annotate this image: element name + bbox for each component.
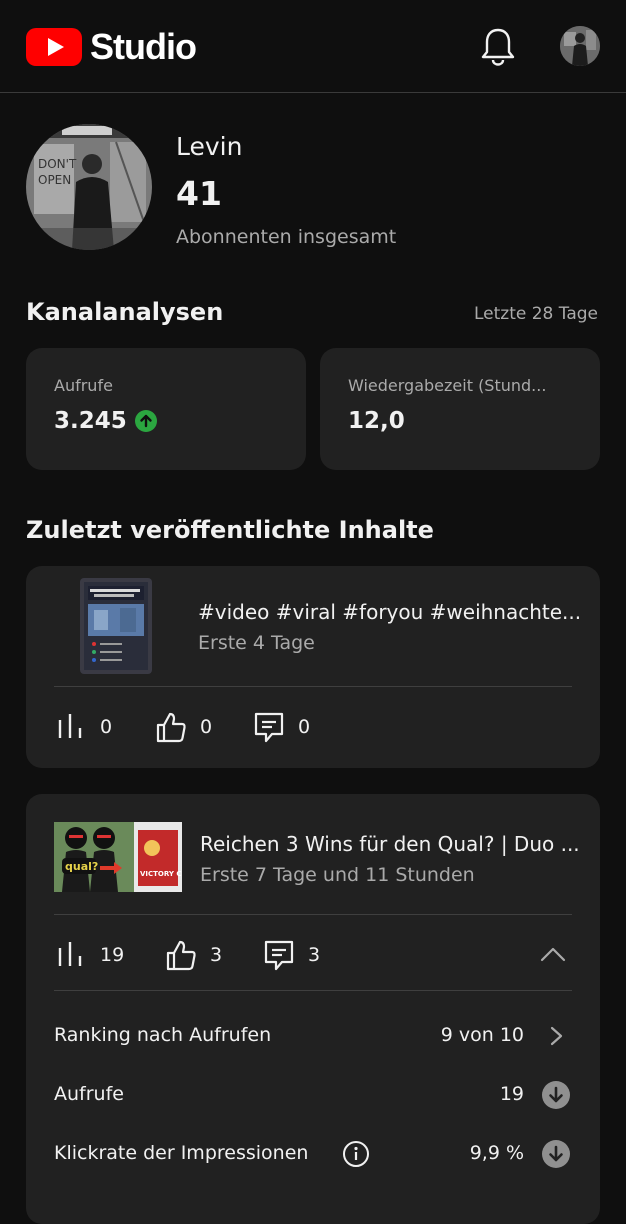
views-count-2: 19 [100,944,125,966]
video-period-2: Erste 7 Tage und 11 Stunden [200,864,475,886]
views-row-value: 19 [499,1083,524,1105]
comments-count-2: 3 [308,944,321,966]
likes-count-1: 0 [200,716,213,738]
ranking-label: Ranking nach Aufrufen [54,1024,272,1046]
ctr-value: 9,9 % [469,1142,524,1164]
video-thumbnail-1 [80,578,152,674]
likes-metric-2: 3 [164,938,222,972]
info-icon[interactable] [342,1140,370,1168]
divider [54,990,572,991]
avatar-image [560,26,600,66]
views-metric-2: 19 [54,938,124,972]
divider [54,686,572,687]
views-metric-1: 0 [54,710,112,744]
views-value: 3.245 [54,408,127,434]
ranking-value: 9 von 10 [440,1024,524,1046]
views-label: Aufrufe [54,376,113,395]
video-period-1: Erste 4 Tage [198,632,315,654]
channel-name: Levin [176,132,243,161]
video-card-1[interactable]: #video #viral #foryou #weihnachte... Ers… [26,566,600,768]
svg-text:VICTORY CUP: VICTORY CUP [140,870,182,878]
subscriber-count: 41 [176,174,222,213]
likes-metric-1: 0 [154,710,212,744]
video-title-2: Reichen 3 Wins für den Qual? | Duo ... [200,832,580,856]
thumbs-up-icon [156,712,186,743]
views-value-row: 3.245 [54,408,157,434]
comment-icon [254,712,284,743]
bell-icon[interactable] [480,26,516,66]
channel-avatar-image: DON'T OPEN [26,124,152,250]
comment-icon [264,940,294,971]
channel-avatar[interactable]: DON'T OPEN [26,124,152,250]
account-avatar[interactable] [560,26,600,66]
bar-chart-icon [58,942,82,966]
svg-text:OPEN: OPEN [38,173,71,187]
analytics-title: Kanalanalysen [26,298,224,326]
comments-metric-1: 0 [252,710,310,744]
watch-time-card[interactable]: Wiedergabezeit (Stund... 12,0 [320,348,600,470]
youtube-logo-icon [26,28,82,66]
recent-content-title: Zuletzt veröffentlichte Inhalte [26,516,434,544]
app-name: Studio [90,26,197,67]
video-thumbnail-2: qual? VICTORY CUP [54,822,182,892]
studio-logo[interactable]: Studio [26,26,197,68]
top-bar: Studio [0,0,626,93]
likes-count-2: 3 [210,944,223,966]
watch-time-value: 12,0 [348,408,405,434]
watch-time-label: Wiedergabezeit (Stund... [348,376,547,395]
comments-count-1: 0 [298,716,311,738]
video-card-2[interactable]: qual? VICTORY CUP Reichen 3 Wins für den… [26,794,600,1224]
video-title-1: #video #viral #foryou #weihnachte... [198,600,582,624]
svg-text:DON'T: DON'T [38,157,77,171]
comments-metric-2: 3 [262,938,320,972]
bar-chart-icon [58,714,82,738]
views-count-1: 0 [100,716,113,738]
trend-up-icon [134,410,157,432]
chevron-up-icon[interactable] [538,942,568,966]
subscriber-label: Abonnenten insgesamt [176,226,397,248]
ctr-label: Klickrate der Impressionen [54,1142,309,1164]
divider [54,914,572,915]
svg-text:qual?: qual? [65,860,98,873]
trend-down-icon [542,1081,570,1109]
views-card[interactable]: Aufrufe 3.245 [26,348,306,470]
chevron-right-icon[interactable] [546,1024,566,1048]
trend-down-icon [542,1140,570,1168]
thumbs-up-icon [166,940,196,971]
views-row-label: Aufrufe [54,1083,124,1105]
analytics-period[interactable]: Letzte 28 Tage [474,304,598,324]
